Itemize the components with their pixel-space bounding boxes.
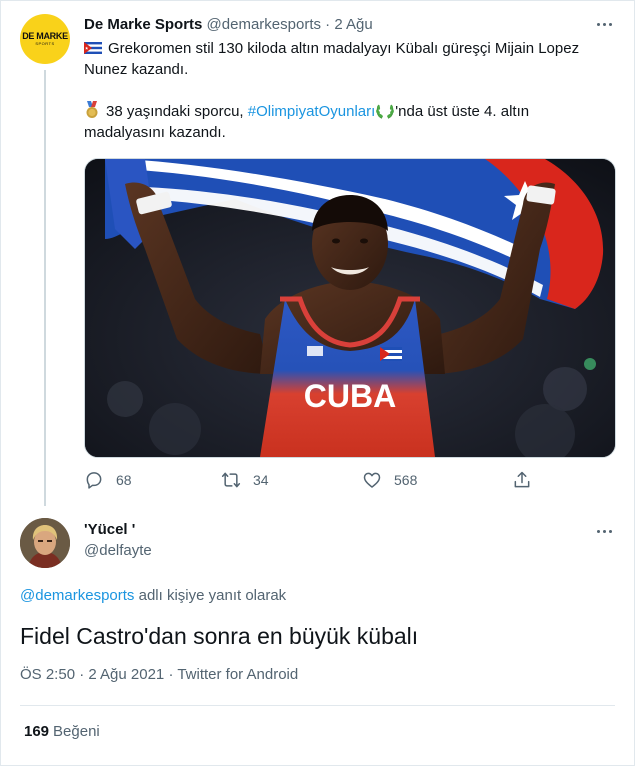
main-tweet[interactable]: DE MARKE SPORTS De Marke Sports @demarke… (0, 0, 635, 506)
likes-count: 169 (24, 723, 50, 740)
likes-summary[interactable]: 169 Beğeni (24, 723, 100, 741)
share-icon (514, 471, 530, 488)
avatar-photo (20, 518, 70, 568)
hashtag-link[interactable]: #OlimpiyatOyunları (248, 103, 376, 120)
more-icon[interactable] (597, 527, 617, 535)
divider (20, 705, 615, 706)
tweet-text: Grekoromen stil 130 kiloda altın madalya… (84, 38, 614, 143)
reply-author-name[interactable]: 'Yücel ' (84, 521, 135, 539)
like-count: 568 (394, 472, 418, 488)
laurel-icon (376, 104, 395, 119)
tweet-date[interactable]: 2 Ağu (334, 16, 372, 33)
reply-author-handle[interactable]: @delfayte (84, 542, 152, 560)
reply-text: Fidel Castro'dan sonra en büyük kübalı (20, 623, 419, 649)
retweet-button[interactable]: 34 (221, 470, 269, 490)
avatar[interactable] (20, 518, 70, 568)
reply-icon (86, 472, 102, 489)
thread-line (44, 70, 46, 506)
tweet-line-1: Grekoromen stil 130 kiloda altın madalya… (84, 40, 580, 78)
tweet-image[interactable]: CUBA (84, 158, 616, 458)
more-icon[interactable] (597, 20, 617, 28)
cuba-flag-icon (84, 42, 102, 54)
avatar-logo-text: DE MARKE (22, 30, 68, 41)
reply-button[interactable]: 68 (84, 470, 132, 490)
medal-icon (86, 101, 98, 118)
mention-link[interactable]: @demarkesports (20, 587, 134, 604)
tweet-actions: 68 34 568 (84, 470, 614, 492)
retweet-icon (221, 472, 241, 488)
replying-to: @demarkesports adlı kişiye yanıt olarak (20, 587, 286, 605)
tweet-header: De Marke Sports @demarkesports · 2 Ağu (84, 16, 373, 34)
avatar-logo-subtext: SPORTS (35, 40, 55, 46)
separator: · (325, 16, 331, 33)
author-name[interactable]: De Marke Sports (84, 16, 202, 33)
tweet-line-2-start: 38 yaşındaki sporcu, (106, 103, 248, 120)
share-button[interactable] (512, 470, 532, 490)
likes-label: Beğeni (53, 723, 100, 740)
replying-label: adlı kişiye yanıt olarak (134, 587, 287, 604)
like-icon (363, 472, 381, 488)
avatar[interactable]: DE MARKE SPORTS (20, 14, 70, 64)
reply-metadata[interactable]: ÖS 2:50 · 2 Ağu 2021 · Twitter for Andro… (20, 666, 298, 684)
wrestler-photo: CUBA (85, 159, 615, 457)
jersey-text: CUBA (304, 378, 396, 414)
reply-count: 68 (116, 472, 132, 488)
retweet-count: 34 (253, 472, 269, 488)
author-handle[interactable]: @demarkesports (207, 16, 321, 33)
like-button[interactable]: 568 (362, 470, 417, 490)
